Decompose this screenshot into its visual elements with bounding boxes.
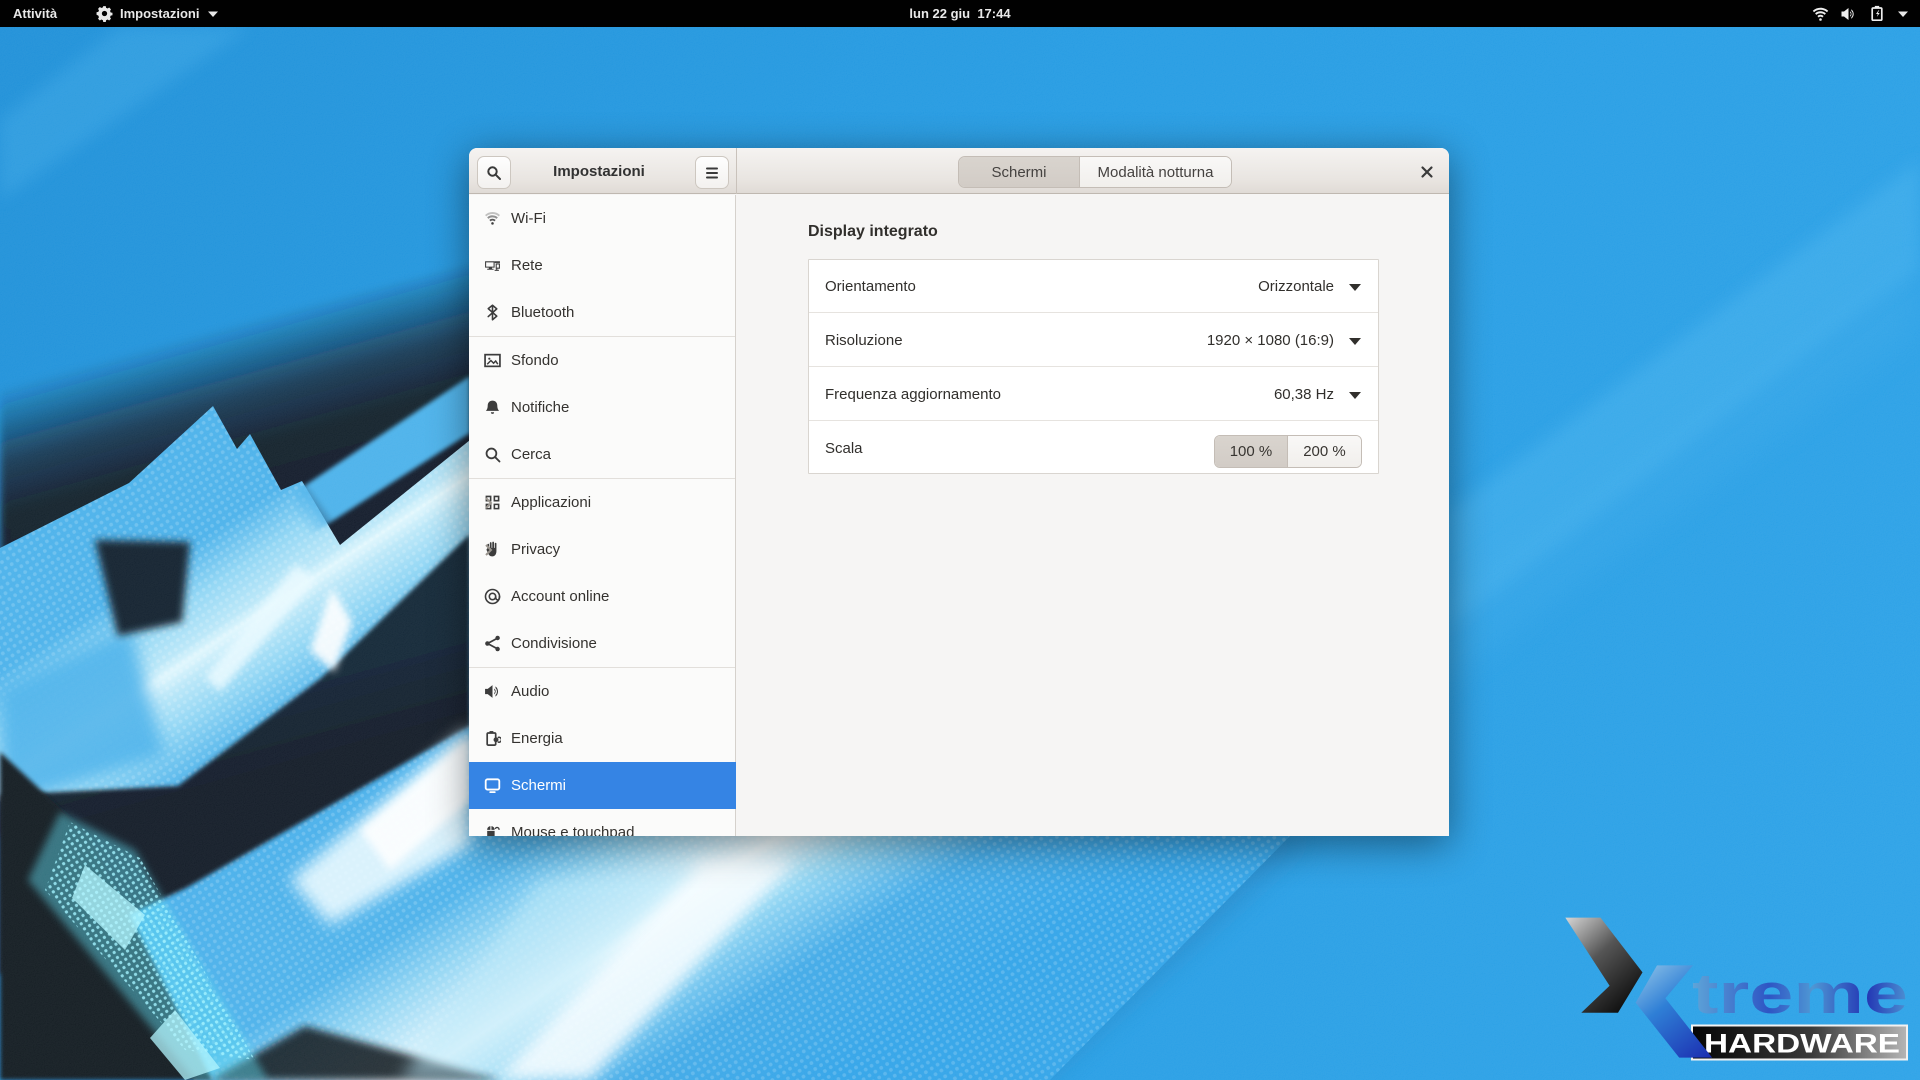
svg-text:treme: treme bbox=[1692, 962, 1908, 1026]
svg-text:HARDWARE: HARDWARE bbox=[1704, 1029, 1900, 1059]
